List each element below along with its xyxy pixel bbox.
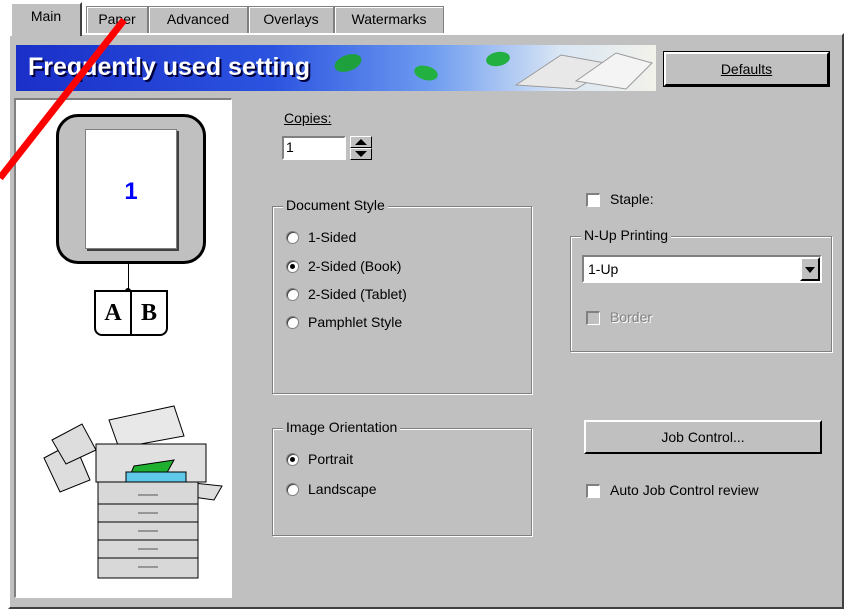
- annotation-red-line: [0, 17, 127, 181]
